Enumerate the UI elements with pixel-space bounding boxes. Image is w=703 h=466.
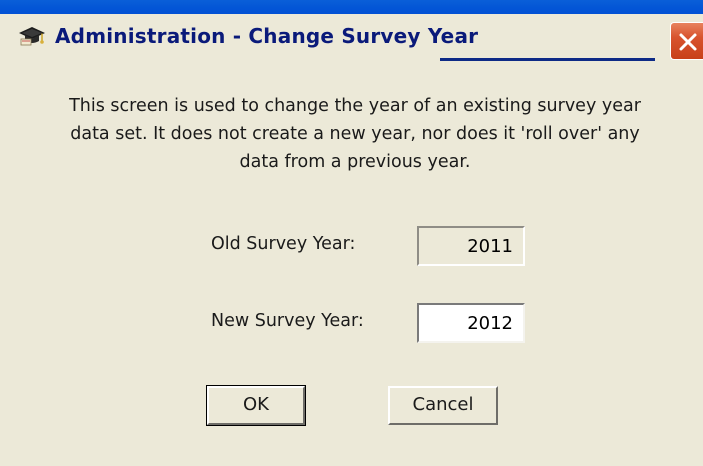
description-text: This screen is used to change the year o… xyxy=(69,96,641,172)
old-survey-year-label: Old Survey Year: xyxy=(211,234,356,254)
ok-button[interactable]: OK xyxy=(206,385,306,426)
graduation-cap-icon xyxy=(18,25,46,47)
ok-button-label: OK xyxy=(243,394,269,415)
new-survey-year-label: New Survey Year: xyxy=(211,311,364,331)
change-survey-year-dialog: Administration - Change Survey Year This… xyxy=(0,0,703,466)
cancel-button[interactable]: Cancel xyxy=(388,386,498,425)
old-survey-year-field: 2011 xyxy=(417,226,525,266)
close-icon xyxy=(679,33,697,51)
window-title: Administration - Change Survey Year xyxy=(55,24,479,48)
cancel-button-label: Cancel xyxy=(412,394,474,415)
new-survey-year-input[interactable]: 2012 xyxy=(417,303,525,343)
close-button[interactable] xyxy=(670,22,703,60)
title-underline xyxy=(440,58,655,61)
